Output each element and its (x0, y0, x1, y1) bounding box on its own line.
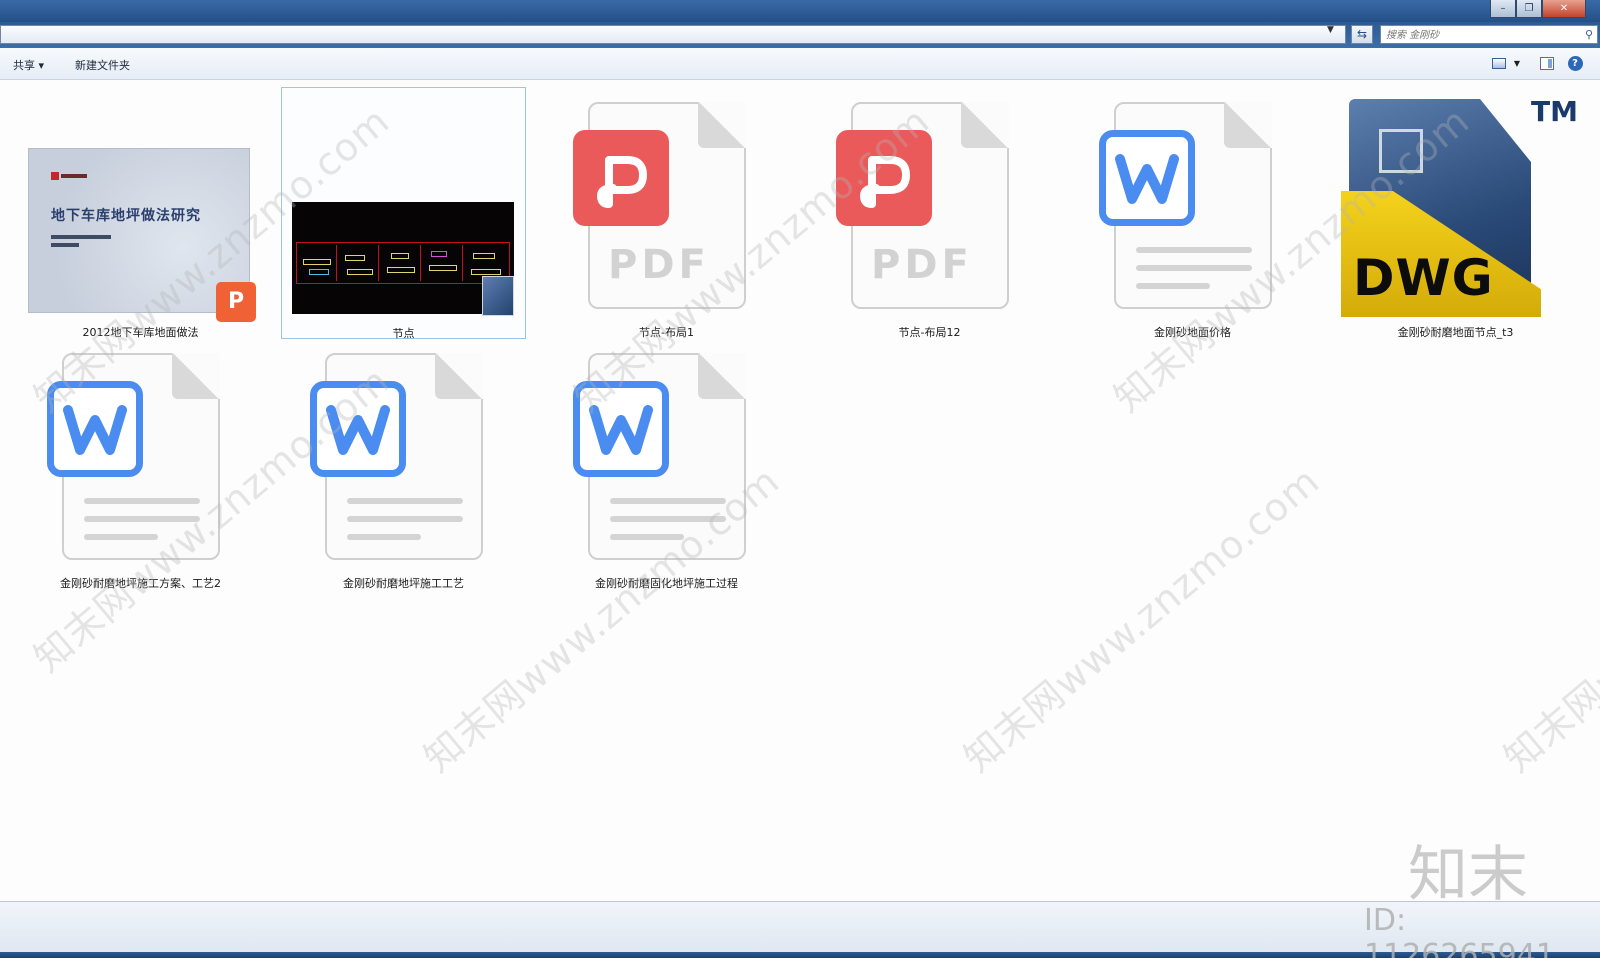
page-fold (698, 353, 746, 399)
word-icon (573, 381, 669, 477)
file-name: 金刚砂地面价格 (1154, 326, 1231, 339)
pdf-icon (836, 130, 932, 226)
drawing-frame (296, 242, 510, 284)
word-icon (47, 381, 143, 477)
drawing-panel (341, 245, 379, 281)
command-bar: 共享 ▾ 新建文件夹 ▼ ? (0, 48, 1600, 80)
details-pane (0, 901, 1600, 952)
word-icon (310, 381, 406, 477)
page-fold (172, 353, 220, 399)
dwg-icon: DWG (1341, 99, 1541, 324)
drawing-panel (425, 245, 463, 281)
address-row: ▼ ⇆ ⚲ (0, 22, 1600, 48)
file-name: 节点-布局12 (898, 326, 961, 339)
close-button[interactable]: ✕ (1542, 0, 1586, 18)
word-icon (1099, 130, 1195, 226)
chevron-down-icon[interactable]: ▼ (1508, 55, 1526, 71)
address-bar[interactable] (0, 25, 1346, 44)
pdf-label: PDF (871, 242, 973, 288)
search-input[interactable] (1386, 28, 1576, 42)
drawing-panel (383, 245, 421, 281)
preview-pane-icon (1540, 56, 1554, 70)
file-item[interactable]: PDF 节点-布局12 (807, 87, 1052, 339)
search-box[interactable]: ⚲ (1380, 25, 1598, 44)
taskbar (0, 952, 1600, 958)
view-icon (1492, 57, 1506, 69)
crosshair-icon (1379, 129, 1423, 173)
autocad-icon (482, 276, 514, 316)
dwg-label: DWG (1353, 249, 1494, 307)
file-item[interactable]: 金刚砂耐磨地坪施工方案、工艺2 (18, 338, 263, 590)
page-fold (961, 102, 1009, 148)
file-name: 金刚砂耐磨地坪施工方案、工艺2 (60, 577, 221, 590)
id-watermark: ID: 1126265941 (1364, 903, 1555, 958)
thumbnail-text (51, 235, 111, 239)
file-item[interactable]: 地下车库地坪做法研究 P 2012地下车库地面做法 (18, 87, 263, 339)
window-controls: – ❐ ✕ (1490, 0, 1586, 18)
file-name: 金刚砂耐磨地坪施工工艺 (343, 577, 464, 590)
file-name: 金刚砂耐磨固化地坪施工过程 (595, 577, 738, 590)
new-folder-button[interactable]: 新建文件夹 (75, 57, 130, 73)
file-item[interactable]: 金刚砂地面价格 (1070, 87, 1315, 339)
thumbnail-text (51, 243, 79, 247)
drawing-panel (299, 245, 337, 281)
refresh-icon: ⇆ (1356, 27, 1368, 41)
powerpoint-icon: P (216, 282, 256, 322)
change-view-button[interactable] (1490, 55, 1508, 71)
view-controls: ▼ ? (1490, 55, 1584, 71)
file-name: 金刚砂耐磨地面节点_t3 (1397, 326, 1514, 339)
brand-watermark: 知末 (1408, 840, 1528, 910)
file-item[interactable]: DWG TM 金刚砂耐磨地面节点_t3 (1333, 87, 1578, 339)
file-item[interactable]: 金刚砂耐磨地坪施工工艺 (281, 338, 526, 590)
page-fold (1224, 102, 1272, 148)
share-button[interactable]: 共享 ▾ (13, 57, 44, 73)
minimize-button[interactable]: – (1490, 0, 1516, 18)
title-bar: – ❐ ✕ (0, 0, 1600, 22)
pdf-icon (573, 130, 669, 226)
file-item[interactable]: PDF 节点-布局1 (544, 87, 789, 339)
preview-pane-button[interactable] (1538, 55, 1556, 71)
page-fold (698, 102, 746, 148)
refresh-button[interactable]: ⇆ (1351, 25, 1373, 44)
pdf-label: PDF (608, 242, 710, 288)
maximize-button[interactable]: ❐ (1516, 0, 1542, 18)
chevron-down-icon[interactable]: ▼ (1327, 25, 1334, 35)
logo (51, 171, 87, 181)
trademark-mark: TM (1531, 95, 1578, 128)
search-icon[interactable]: ⚲ (1585, 28, 1593, 41)
help-icon: ? (1567, 55, 1583, 71)
page-fold (435, 353, 483, 399)
file-item[interactable]: 金刚砂耐磨固化地坪施工过程 (544, 338, 789, 590)
thumbnail-title: 地下车库地坪做法研究 (51, 208, 201, 224)
cad-thumbnail (292, 202, 514, 314)
help-button[interactable]: ? (1566, 55, 1584, 71)
file-item[interactable]: 节点 (281, 87, 526, 340)
